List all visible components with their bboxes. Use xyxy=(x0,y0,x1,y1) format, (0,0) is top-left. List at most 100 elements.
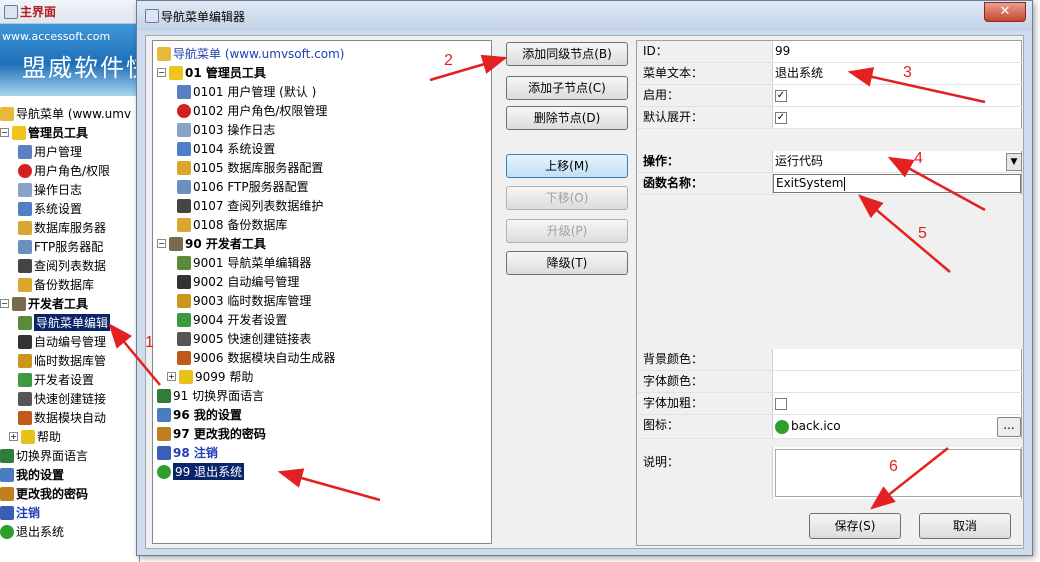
demote-button[interactable]: 降级(T) xyxy=(506,251,628,275)
tree-node[interactable]: FTP服务器配 xyxy=(0,237,140,256)
tree-node[interactable]: 自动编号管理 xyxy=(0,332,140,351)
menu-text-input[interactable]: 退出系统 xyxy=(773,63,1023,84)
dialog-title: 导航菜单编辑器 xyxy=(161,9,246,24)
background-color-field[interactable] xyxy=(773,349,1023,370)
tree-node[interactable]: 备份数据库 xyxy=(0,275,140,294)
collapse-toggle-icon[interactable]: − xyxy=(0,299,9,308)
add-sibling-button[interactable]: 添加同级节点(B) xyxy=(506,42,628,66)
folder-icon xyxy=(157,46,171,61)
database-icon xyxy=(177,160,191,175)
tree-node-label: 9099 帮助 xyxy=(195,370,254,384)
tree-node[interactable]: 9003 临时数据库管理 xyxy=(157,291,487,310)
tree-node[interactable]: 数据库服务器 xyxy=(0,218,140,237)
tree-node[interactable]: 开发者设置 xyxy=(0,370,140,389)
tree-node-label: 9006 数据模块自动生成器 xyxy=(193,351,336,365)
tree-node[interactable]: 97 更改我的密码 xyxy=(157,424,487,443)
move-down-button[interactable]: 下移(O) xyxy=(506,186,628,210)
move-up-button[interactable]: 上移(M) xyxy=(506,154,628,178)
cancel-button[interactable]: 取消 xyxy=(919,513,1011,539)
tree-node[interactable]: 更改我的密码 xyxy=(0,484,140,503)
icon-value[interactable]: back.ico xyxy=(791,416,841,437)
document-icon xyxy=(177,122,191,137)
description-textarea[interactable] xyxy=(775,449,1021,497)
tree-node[interactable]: − 开发者工具 xyxy=(0,294,140,313)
prop-bgcolor-row: 背景颜色： xyxy=(637,349,1023,371)
prop-action-label: 操作： xyxy=(637,151,773,172)
collapse-toggle-icon[interactable]: − xyxy=(157,239,166,248)
tree-node-label: 临时数据库管 xyxy=(34,354,107,368)
tree-node[interactable]: 导航菜单编辑 xyxy=(0,313,140,332)
prop-bold-row: 字体加粗： xyxy=(637,393,1023,415)
tree-node[interactable]: 临时数据库管 xyxy=(0,351,140,370)
prop-text-row: 菜单文本： 退出系统 xyxy=(637,63,1023,85)
font-bold-checkbox[interactable] xyxy=(775,397,787,410)
collapse-toggle-icon[interactable]: − xyxy=(0,128,9,137)
chevron-down-icon[interactable]: ▼ xyxy=(1006,152,1022,171)
tree-node[interactable]: 用户管理 xyxy=(0,142,140,161)
expand-toggle-icon[interactable]: + xyxy=(9,432,18,441)
tree-node[interactable]: 9005 快速创建链接表 xyxy=(157,329,487,348)
tree-node[interactable]: 导航菜单 (www.umvsoft.com) xyxy=(157,44,487,63)
tree-node[interactable]: 99 退出系统 xyxy=(157,462,487,481)
user-settings-icon xyxy=(0,467,14,482)
tree-node[interactable]: 96 我的设置 xyxy=(157,405,487,424)
tree-node[interactable]: 数据模块自动 xyxy=(0,408,140,427)
tree-node[interactable]: 0102 用户角色/权限管理 xyxy=(157,101,487,120)
promote-button[interactable]: 升级(P) xyxy=(506,219,628,243)
enabled-checkbox[interactable]: ✓ xyxy=(775,89,787,102)
tree-node[interactable]: 0105 数据库服务器配置 xyxy=(157,158,487,177)
close-button[interactable]: ✕ xyxy=(984,2,1026,22)
collapse-toggle-icon[interactable]: − xyxy=(157,68,166,77)
prop-text-label: 菜单文本： xyxy=(637,63,773,84)
tree-node[interactable]: 切换界面语言 xyxy=(0,446,140,465)
tree-node[interactable]: 91 切换界面语言 xyxy=(157,386,487,405)
tree-node-label: 我的设置 xyxy=(16,468,65,482)
expand-toggle-icon[interactable]: + xyxy=(167,372,176,381)
tree-node[interactable]: 0108 备份数据库 xyxy=(157,215,487,234)
tree-node[interactable]: − 01 管理员工具 xyxy=(157,63,487,82)
prop-enabled-row: 启用： ✓ xyxy=(637,85,1023,107)
folder-icon xyxy=(0,106,14,121)
prop-icon-row: 图标： back.ico ... xyxy=(637,415,1023,439)
tree-node-label: 98 注销 xyxy=(173,446,218,460)
default-expand-checkbox[interactable]: ✓ xyxy=(775,111,787,124)
tree-node[interactable]: 我的设置 xyxy=(0,465,140,484)
window-app-icon xyxy=(4,4,18,19)
tree-node[interactable]: − 90 开发者工具 xyxy=(157,234,487,253)
tree-node[interactable]: 98 注销 xyxy=(157,443,487,462)
save-button[interactable]: 保存(S) xyxy=(809,513,901,539)
tree-node[interactable]: 9002 自动编号管理 xyxy=(157,272,487,291)
tree-node-label: 数据库服务器 xyxy=(34,221,107,235)
tree-node[interactable]: 0101 用户管理 (默认 ) xyxy=(157,82,487,101)
tree-node[interactable]: 注销 xyxy=(0,503,140,522)
tree-node[interactable]: 查阅列表数据 xyxy=(0,256,140,275)
action-select[interactable]: 运行代码 xyxy=(775,151,823,172)
delete-node-button[interactable]: 删除节点(D) xyxy=(506,106,628,130)
tree-node[interactable]: 9006 数据模块自动生成器 xyxy=(157,348,487,367)
tree-node[interactable]: +9099 帮助 xyxy=(157,367,487,386)
tools-icon xyxy=(12,296,26,311)
editor-tree[interactable]: 导航菜单 (www.umvsoft.com) −01 管理员工具 0101 用户管理… xyxy=(152,40,492,544)
tree-node[interactable]: 9001 导航菜单编辑器 xyxy=(157,253,487,272)
tree-node[interactable]: 0104 系统设置 xyxy=(157,139,487,158)
tree-node[interactable]: 导航菜单 (www.umv xyxy=(0,104,140,123)
tree-node[interactable]: − 管理员工具 xyxy=(0,123,140,142)
add-child-button[interactable]: 添加子节点(C) xyxy=(506,76,628,100)
tree-node[interactable]: 退出系统 xyxy=(0,522,140,541)
tree-node[interactable]: 0106 FTP服务器配置 xyxy=(157,177,487,196)
dialog-titlebar: 导航菜单编辑器 xyxy=(137,1,1032,31)
grid-spacer xyxy=(637,195,1023,349)
tree-node-label: 数据模块自动 xyxy=(34,411,107,425)
function-name-input[interactable]: ExitSystem xyxy=(776,175,843,192)
tree-node[interactable]: 操作日志 xyxy=(0,180,140,199)
tree-node[interactable]: 快速创建链接 xyxy=(0,389,140,408)
tree-node[interactable]: 0107 查阅列表数据维护 xyxy=(157,196,487,215)
logout-icon xyxy=(157,445,171,460)
tree-node[interactable]: 系统设置 xyxy=(0,199,140,218)
tree-node[interactable]: 0103 操作日志 xyxy=(157,120,487,139)
tree-node[interactable]: + 帮助 xyxy=(0,427,140,446)
font-color-field[interactable] xyxy=(773,371,1023,392)
browse-icon-button[interactable]: ... xyxy=(997,416,1021,437)
tree-node[interactable]: 9004 开发者设置 xyxy=(157,310,487,329)
tree-node[interactable]: 用户角色/权限 xyxy=(0,161,140,180)
